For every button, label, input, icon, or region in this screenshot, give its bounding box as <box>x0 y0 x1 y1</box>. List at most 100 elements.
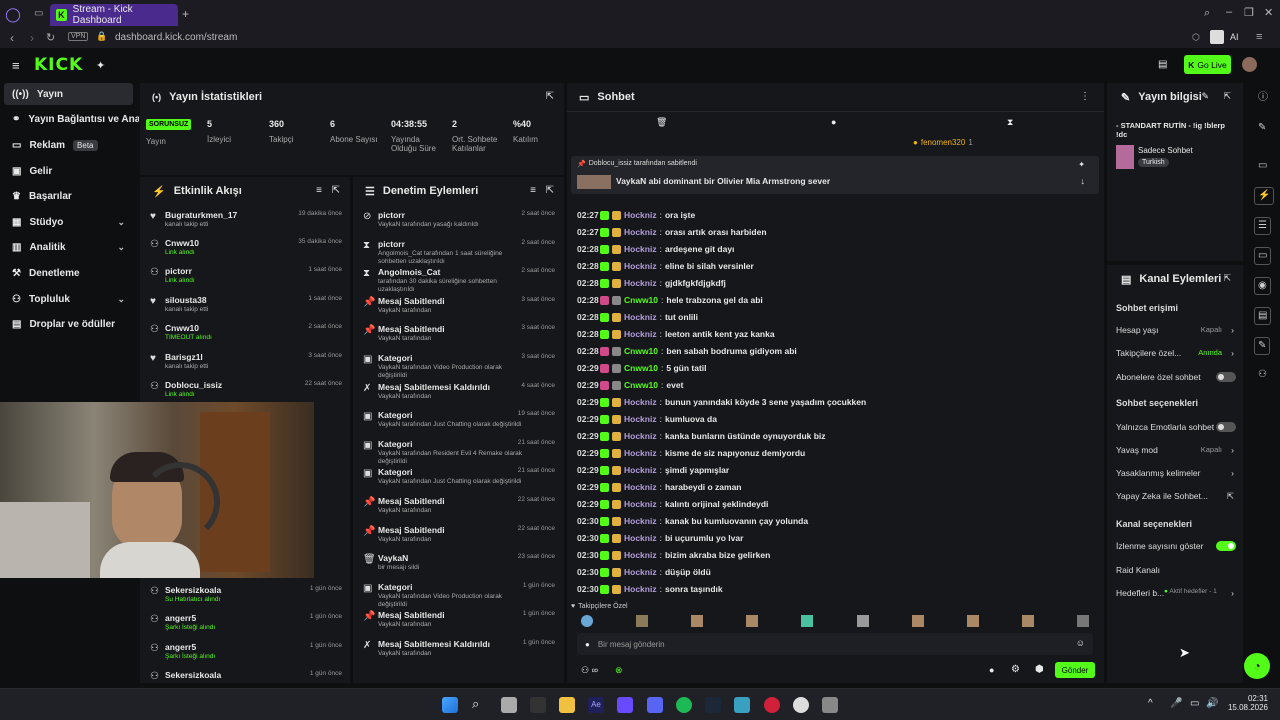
filter-icon[interactable]: ≡ <box>530 185 536 196</box>
microphone-icon[interactable]: 🎤 <box>1170 698 1182 709</box>
info-icon[interactable]: ⓘ <box>1258 93 1268 103</box>
volume-icon[interactable]: 🔊 <box>1206 698 1218 709</box>
chat-message[interactable]: 02:29 Hockniz: kumluova da <box>577 412 717 426</box>
gift-icon[interactable]: ⬢ <box>1035 664 1044 675</box>
goals-row[interactable]: Hedefleri b... ● Aktif hedefler - 1 › <box>1116 588 1234 598</box>
search-tabs-icon[interactable]: ⌕ <box>1204 7 1210 20</box>
reload-icon[interactable]: ↻ <box>46 31 55 44</box>
activity-row[interactable]: ♥ Bugraturkmen_17 kanalı takip etti 19 daki… <box>140 207 350 235</box>
followers-only-row[interactable]: Takipçilere özel... Anında › <box>1116 348 1234 358</box>
moderation-row[interactable]: 📌 Mesaj Sabitlendi VaykaN tarafından 3 saat… <box>353 321 563 349</box>
minimize-icon[interactable]: – <box>1226 6 1232 18</box>
spotify-icon[interactable] <box>676 697 692 713</box>
discord-icon[interactable] <box>647 697 663 713</box>
help-chat-button[interactable]: ◔ <box>1244 653 1270 679</box>
forward-icon[interactable]: › <box>30 31 34 45</box>
unpin-icon[interactable]: ✦ <box>1078 160 1085 169</box>
emotes-only-toggle[interactable] <box>1216 422 1236 432</box>
moderation-row[interactable]: 📌 Mesaj Sabitlendi VaykaN tarafından 22 saa… <box>353 522 563 550</box>
chat-message[interactable]: 02:28 Hockniz: ardeşene git dayı <box>577 242 734 256</box>
add-widget-icon[interactable]: ⚇ <box>1258 370 1267 380</box>
chat-settings-left-icon[interactable]: ⚇ ∞ <box>581 665 598 676</box>
sidebar-item-analitik[interactable]: ▥ Analitik ⌄ <box>4 236 133 258</box>
chat-message[interactable]: 02:28 Hockniz: gjdkfgkfdjgkdfj <box>577 276 726 290</box>
chat-message[interactable]: 02:29 Hockniz: kalıntı orijinal şeklindeyd… <box>577 497 768 511</box>
chat-message[interactable]: 02:29 Hockniz: kanka bunların üstünde oynu… <box>577 429 826 443</box>
sidebar-item-droplar[interactable]: ▤ Droplar ve ödüller <box>4 313 133 335</box>
sidebar-item-topluluk[interactable]: ⚇ Topluluk ⌄ <box>4 288 133 310</box>
edit-icon[interactable]: ✎ <box>1201 91 1209 102</box>
tab-kick-dashboard[interactable]: K Stream - Kick Dashboard <box>50 4 178 26</box>
network-icon[interactable]: ▭ <box>1190 698 1199 709</box>
moderation-row[interactable]: ✗ Mesaj Sabitlemesi Kaldırıldı VaykaN tara… <box>353 379 563 407</box>
chat-message[interactable]: 02:30 Hockniz: bizim akraba bize gelirken <box>577 548 770 562</box>
file-explorer-icon[interactable] <box>559 697 575 713</box>
app-icon[interactable] <box>530 697 546 713</box>
layout-icon[interactable]: ▤ <box>1158 59 1167 70</box>
go-live-button[interactable]: K Go Live <box>1184 55 1231 74</box>
back-icon[interactable]: ‹ <box>10 31 14 45</box>
chat-message[interactable]: 02:28 Cnww10: ben sabah bodruma gidiyom ab… <box>577 344 797 358</box>
moderation-row[interactable]: ⧗ pictorr Angolmois_Cat tarafından 1 saat … <box>353 236 563 265</box>
chat-message[interactable]: 02:30 Hockniz: kanak bu kumluovanın çay yo… <box>577 514 808 528</box>
extensions-icon[interactable]: ⬡ <box>1192 32 1200 43</box>
trash-icon[interactable]: 🗑 <box>656 117 667 128</box>
windows-start-icon[interactable] <box>442 697 458 713</box>
activity-row[interactable]: ⚇ angerr5 Şarkı İsteği alındı 1 gün önce <box>140 610 350 638</box>
emoji-icon[interactable]: ☺ <box>1076 638 1085 648</box>
chat-message[interactable]: 02:30 Hockniz: düşüp öldü <box>577 565 711 579</box>
list-icon[interactable]: ☰ <box>1254 217 1271 235</box>
show-viewers-toggle[interactable] <box>1216 541 1236 551</box>
sidebar-item-basarilar[interactable]: ♛ Başarılar <box>4 185 133 207</box>
opera-icon[interactable] <box>764 697 780 713</box>
gear-icon[interactable]: ⚙ <box>1011 664 1020 675</box>
chat-message[interactable]: 02:30 Hockniz: bi uçurumlu yo lvar <box>577 531 743 545</box>
chat-message[interactable]: 02:29 Hockniz: bunun yanındaki köyde 3 sen… <box>577 395 866 409</box>
search-icon[interactable]: ⌕ <box>472 696 479 712</box>
moderation-row[interactable]: 📌 Mesaj Sabitlendi VaykaN tarafından 1 gün … <box>353 607 563 635</box>
activity-row[interactable]: ⚇ Cnww10 Link alındı 35 dakika önce <box>140 235 350 263</box>
avatar[interactable] <box>1242 57 1257 72</box>
pin-icon[interactable]: ✦ <box>96 59 105 72</box>
moderation-row[interactable]: ✗ Mesaj Sabitlemesi Kaldırıldı VaykaN tara… <box>353 636 563 664</box>
after-effects-icon[interactable]: Ae <box>588 697 604 713</box>
kick-coin-icon[interactable]: ⊗ <box>615 665 623 676</box>
ai-chat-row[interactable]: Yapay Zeka ile Sohbet... ⇱ <box>1116 491 1234 501</box>
obs-icon[interactable] <box>793 697 809 713</box>
app-icon-2[interactable] <box>734 697 750 713</box>
tab-switch-icon[interactable]: ▭ <box>34 8 43 19</box>
sidebar-item-studyo[interactable]: ▦ Stüdyo ⌄ <box>4 211 133 233</box>
slow-mode-row[interactable]: Yavaş mod Kapalı › <box>1116 445 1234 455</box>
chat-message[interactable]: 02:27 Hockniz: orası artık orası harbiden <box>577 225 767 239</box>
chat-message[interactable]: 02:28 Hockniz: leeton antik kent yaz kanka <box>577 327 775 341</box>
chat-message[interactable]: 02:29 Hockniz: harabeydi o zaman <box>577 480 742 494</box>
hamburger-menu-icon[interactable]: ≡ <box>12 58 20 73</box>
account-age-row[interactable]: Hesap yaşı Kapalı › <box>1116 325 1234 335</box>
edit-icon[interactable]: ✎ <box>1258 123 1266 133</box>
moderation-row[interactable]: 🗑 VaykaN bir mesajı sildi 23 saat önce <box>353 550 563 578</box>
filter-icon[interactable]: ≡ <box>316 185 322 196</box>
close-window-icon[interactable]: ✕ <box>1264 6 1273 19</box>
moderation-row[interactable]: 📌 Mesaj Sabitlendi VaykaN tarafından 3 saat… <box>353 293 563 321</box>
banned-words-row[interactable]: Yasaklanmış kelimeler › <box>1116 468 1234 478</box>
emote-icon[interactable]: ● <box>831 117 836 127</box>
activity-row[interactable]: ⚇ Doblocu_issiz Link alındı 22 saat önce <box>140 377 350 405</box>
chat-message[interactable]: 02:29 Hockniz: kisme de siz napıyonuz demi… <box>577 446 805 460</box>
opera-menu-icon[interactable]: ◯ <box>0 1 26 27</box>
popout-icon[interactable]: ⇱ <box>546 91 554 102</box>
settings-icon[interactable] <box>822 697 838 713</box>
sidebar-item-reklam[interactable]: ▭ Reklam Beta <box>4 134 133 156</box>
more-options-icon[interactable]: ⋮ <box>1080 91 1090 102</box>
chat-input[interactable]: ● Bir mesaj gönderin ☺ <box>577 633 1093 655</box>
moderation-row[interactable]: ▣ Kategori VaykaN tarafından Video Product… <box>353 579 563 608</box>
chat-message[interactable]: 02:30 Hockniz: sonra taşındık <box>577 582 723 596</box>
hourglass-icon[interactable]: ⧗ <box>1007 117 1013 128</box>
subs-only-toggle[interactable] <box>1216 372 1236 382</box>
moderation-row[interactable]: ⊘ pictorr VaykaN tarafından yasağı kaldırı… <box>353 207 563 235</box>
activity-row[interactable]: ⚇ angerr5 Şarkı İsteği alındı 1 gün önce <box>140 639 350 667</box>
activity-row[interactable]: ⚇ Sekersizkoala Su Hatırlatıcı alındı 1 gün… <box>140 582 350 610</box>
popout-icon[interactable]: ⇱ <box>546 185 554 196</box>
layout-icon[interactable]: ▭ <box>1258 161 1267 171</box>
chat-message[interactable]: 02:28 Hockniz: tut onlili <box>577 310 698 324</box>
activity-row[interactable]: ♥ Barisgz1l kanalı takip etti 3 saat önce <box>140 349 350 377</box>
